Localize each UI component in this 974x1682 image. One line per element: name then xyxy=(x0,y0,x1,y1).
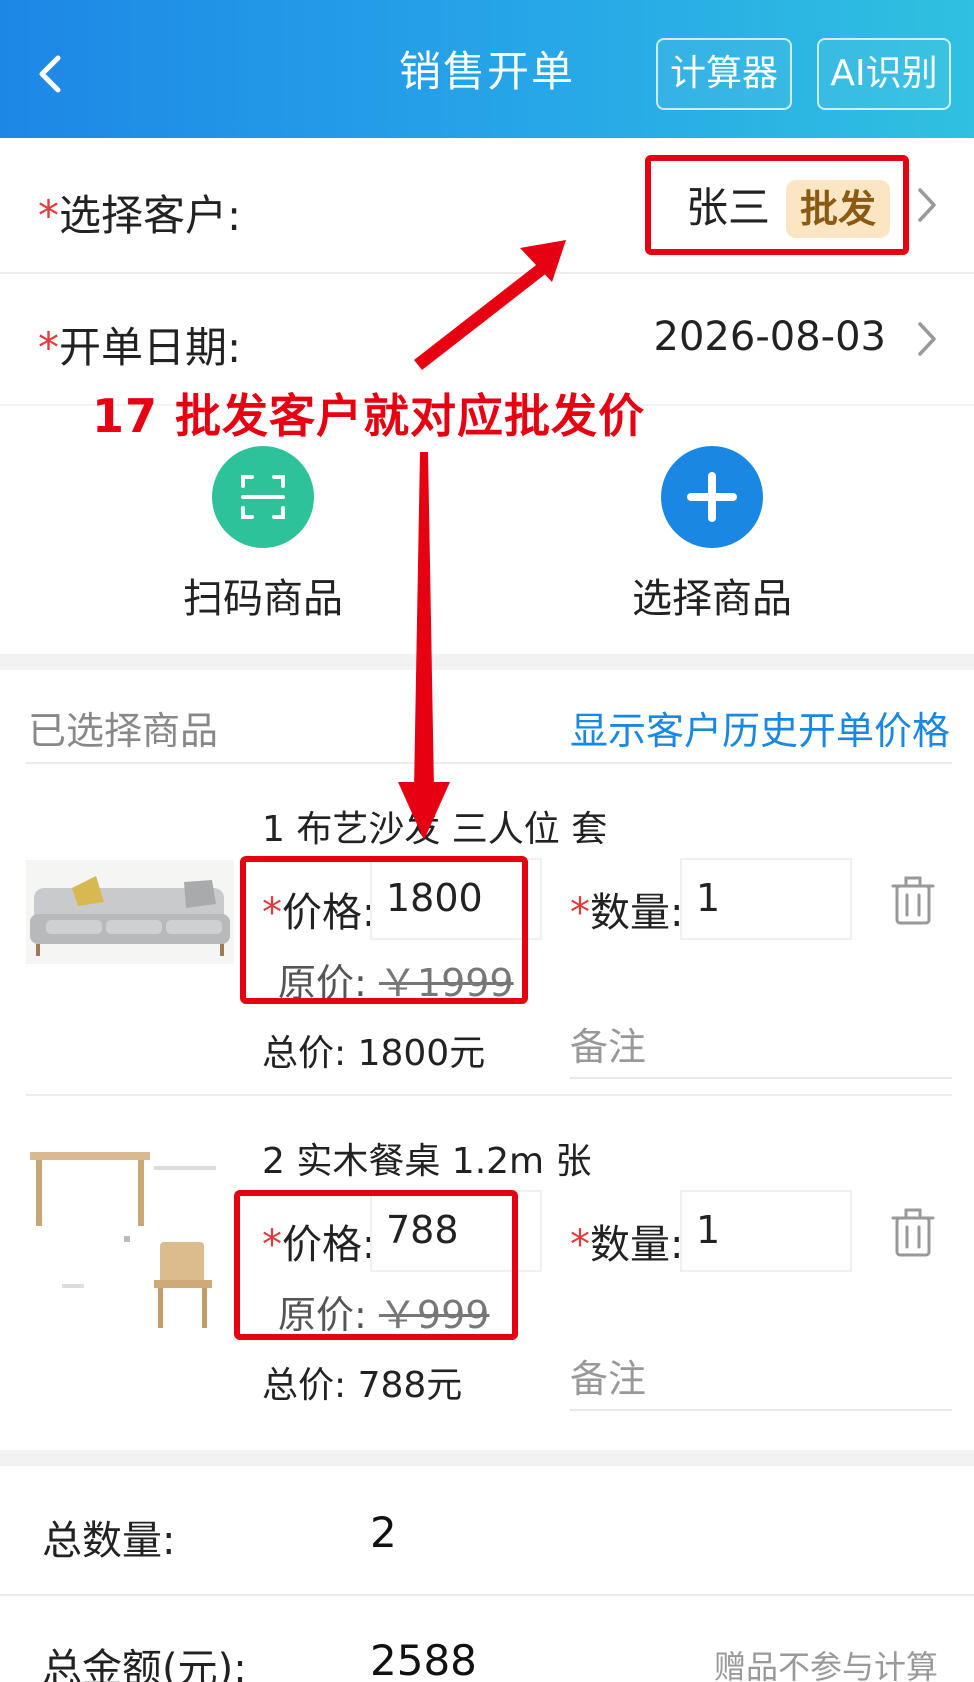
annotation-arrows xyxy=(398,240,566,840)
annotation-arrow-up xyxy=(414,240,566,370)
annotation-arrow-down xyxy=(398,452,450,840)
